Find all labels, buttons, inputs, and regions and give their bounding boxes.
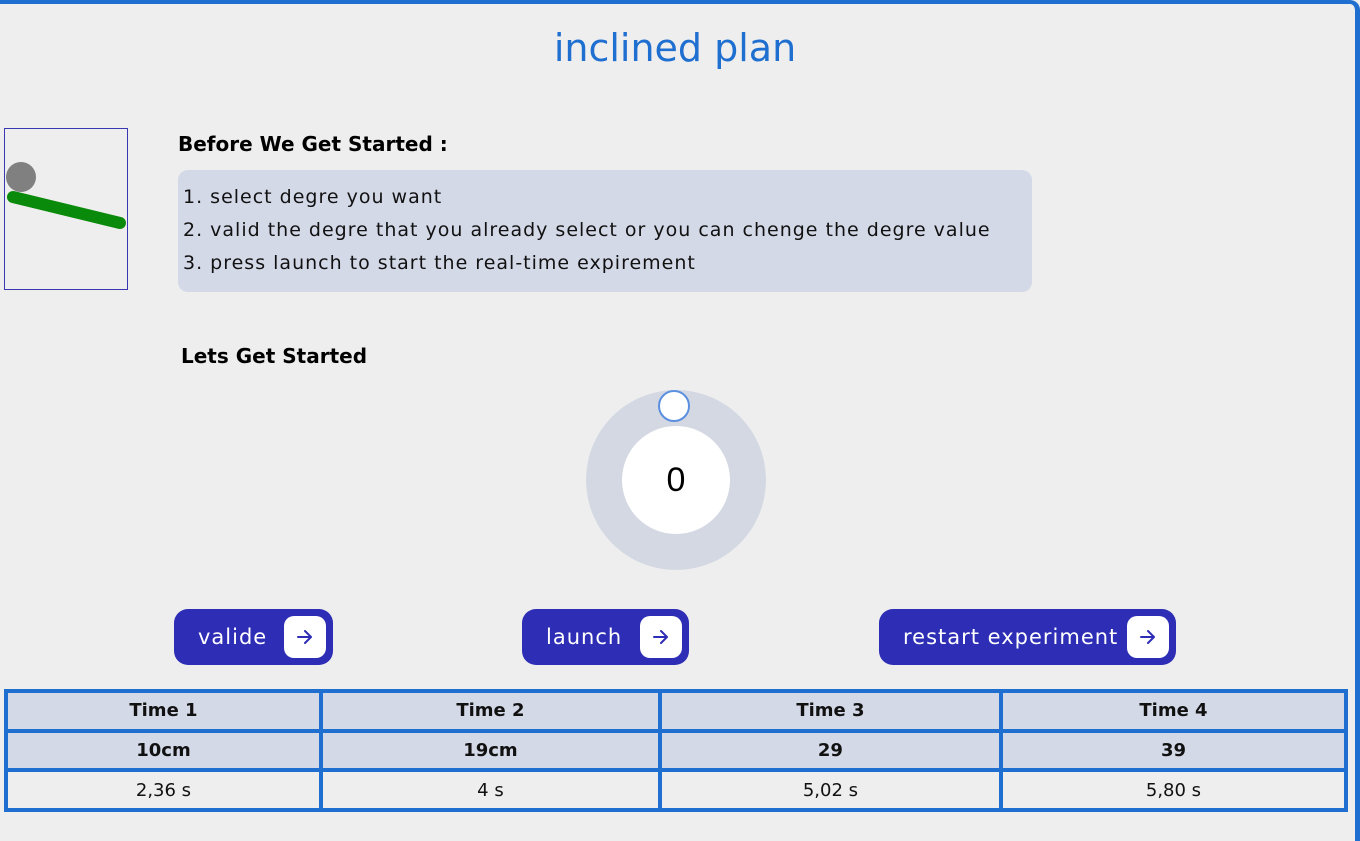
table-cell: 5,80 s xyxy=(998,768,1349,812)
dial-handle[interactable] xyxy=(658,390,690,422)
ball xyxy=(6,162,36,192)
table-cell: 19cm xyxy=(318,728,662,773)
table-cell: 2,36 s xyxy=(4,768,323,812)
launch-button-label: launch xyxy=(546,625,623,649)
table-cell: 4 s xyxy=(318,768,662,812)
valide-button[interactable]: valide xyxy=(174,609,333,665)
valide-button-label: valide xyxy=(198,625,268,649)
arrow-right-icon xyxy=(284,616,326,658)
arrow-right-icon xyxy=(1127,616,1169,658)
table-cell: 39 xyxy=(998,728,1349,773)
page-title: inclined plan xyxy=(553,26,797,70)
instruction-step: 1. select degre you want xyxy=(183,186,443,208)
table-row-distance: 10cm 19cm 29 39 xyxy=(4,728,1349,773)
instruction-step: 3. press launch to start the real-time e… xyxy=(183,252,696,274)
table-cell: 5,02 s xyxy=(657,768,1003,812)
incline-illustration xyxy=(6,162,126,229)
table-header-cell: Time 3 xyxy=(657,689,1003,733)
degree-value: 0 xyxy=(622,426,730,534)
table-header-row: Time 1 Time 2 Time 3 Time 4 xyxy=(4,689,1349,733)
table-header-cell: Time 2 xyxy=(318,689,662,733)
start-heading: Lets Get Started xyxy=(181,344,368,368)
restart-button[interactable]: restart experiment xyxy=(879,609,1176,665)
table-header-cell: Time 1 xyxy=(4,689,323,733)
table-cell: 29 xyxy=(657,728,1003,773)
restart-button-label: restart experiment xyxy=(903,625,1119,649)
launch-button[interactable]: launch xyxy=(522,609,689,665)
ramp xyxy=(7,191,126,229)
results-table: Time 1 Time 2 Time 3 Time 4 10cm 19cm 29… xyxy=(4,689,1349,812)
table-header-cell: Time 4 xyxy=(998,689,1349,733)
table-cell: 10cm xyxy=(4,728,323,773)
table-row-time: 2,36 s 4 s 5,02 s 5,80 s xyxy=(4,768,1349,812)
instruction-step: 2. valid the degre that you already sele… xyxy=(183,219,991,241)
arrow-right-icon xyxy=(640,616,682,658)
before-heading: Before We Get Started : xyxy=(178,132,448,156)
instructions-panel: 1. select degre you want 2. valid the de… xyxy=(178,170,1032,292)
incline-preview xyxy=(4,128,128,290)
degree-dial[interactable]: 0 xyxy=(586,390,766,570)
